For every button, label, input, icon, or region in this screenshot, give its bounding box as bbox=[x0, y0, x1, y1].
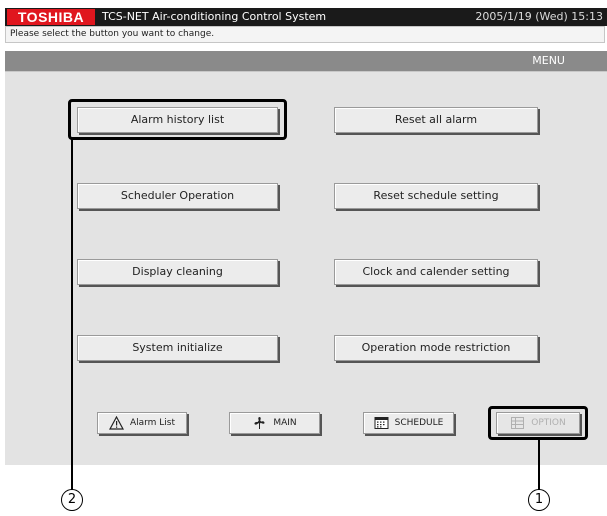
datetime: 2005/1/19 (Wed) 15:13 bbox=[475, 10, 603, 23]
reset-all-alarm-button[interactable]: Reset all alarm bbox=[334, 107, 538, 133]
scheduler-operation-button[interactable]: Scheduler Operation bbox=[77, 183, 278, 209]
callout-1-text: 1 bbox=[534, 492, 544, 507]
operation-mode-restriction-button[interactable]: Operation mode restriction bbox=[334, 335, 538, 361]
app-title: TCS-NET Air-conditioning Control System bbox=[102, 10, 327, 23]
main-button[interactable]: MAIN bbox=[229, 412, 320, 434]
main-label: MAIN bbox=[273, 418, 297, 428]
alarm-list-label: Alarm List bbox=[129, 418, 176, 428]
callout-line-2 bbox=[71, 139, 73, 490]
reset-schedule-setting-button[interactable]: Reset schedule setting bbox=[334, 183, 538, 209]
callout-number-1: 1 bbox=[528, 489, 550, 511]
instruction-text: Please select the button you want to cha… bbox=[5, 26, 605, 43]
menu-label: MENU bbox=[532, 54, 565, 67]
clock-calender-setting-button[interactable]: Clock and calender setting bbox=[334, 259, 538, 285]
warning-triangle-icon bbox=[108, 416, 124, 430]
display-cleaning-button[interactable]: Display cleaning bbox=[77, 259, 278, 285]
alarm-history-highlight bbox=[68, 99, 287, 140]
calendar-icon bbox=[374, 417, 389, 429]
callout-line-1 bbox=[538, 439, 540, 490]
option-highlight bbox=[488, 406, 588, 440]
schedule-button[interactable]: SCHEDULE bbox=[363, 412, 454, 434]
title-bar: TOSHIBA TCS-NET Air-conditioning Control… bbox=[5, 8, 607, 26]
system-initialize-button[interactable]: System initialize bbox=[77, 335, 278, 361]
alarm-list-button[interactable]: Alarm List bbox=[97, 412, 187, 434]
fan-icon bbox=[254, 417, 265, 429]
menu-header-bar: MENU bbox=[5, 51, 607, 71]
callout-2-text: 2 bbox=[67, 492, 77, 507]
callout-number-2: 2 bbox=[61, 489, 83, 511]
brand-logo: TOSHIBA bbox=[7, 9, 95, 25]
schedule-label: SCHEDULE bbox=[394, 418, 444, 428]
